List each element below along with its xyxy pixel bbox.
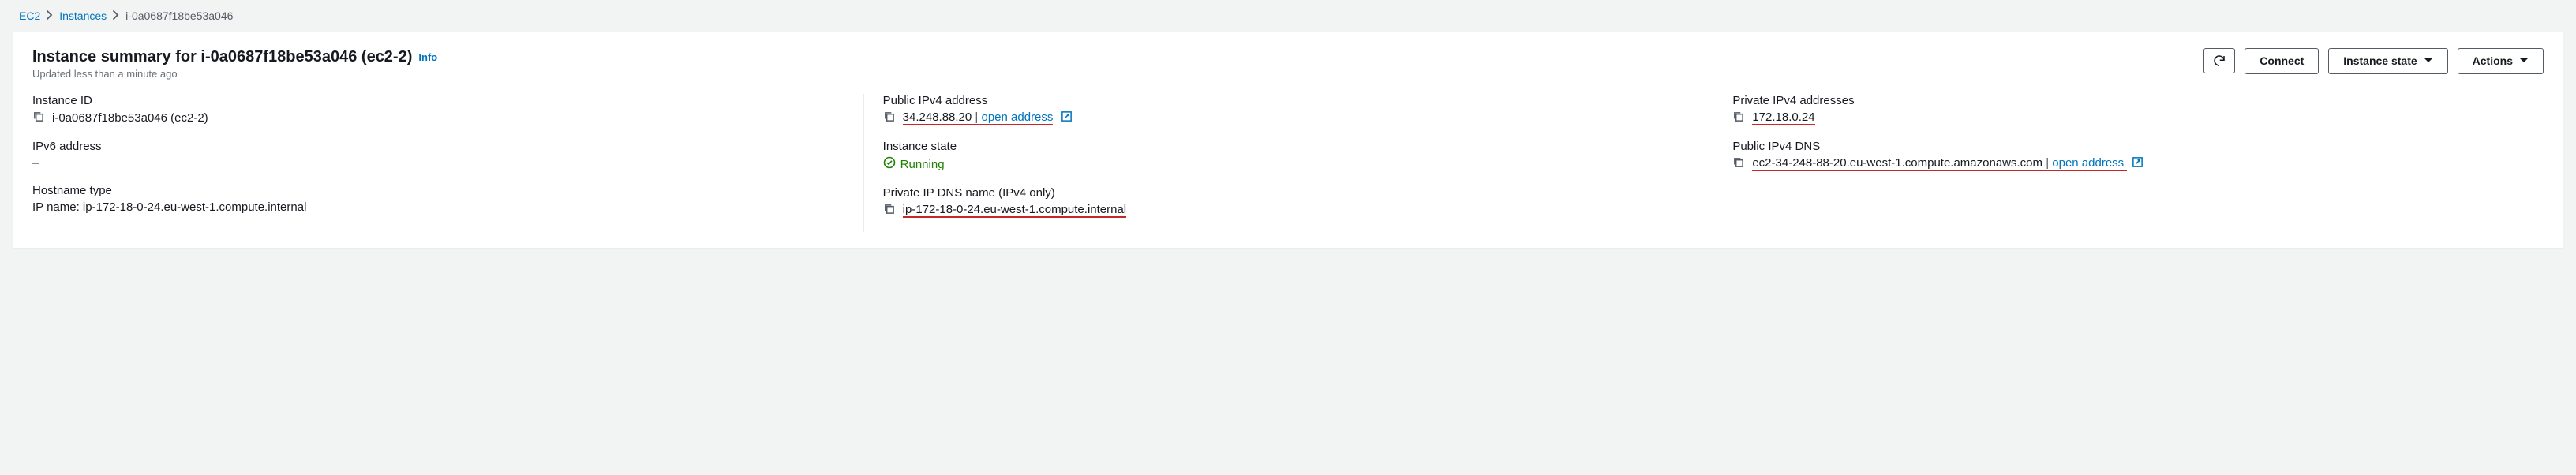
private-dns-value: ip-172-18-0-24.eu-west-1.compute.interna… xyxy=(903,203,1126,218)
caret-down-icon xyxy=(2424,58,2433,64)
field-hostname-type: Hostname type IP name: ip-172-18-0-24.eu… xyxy=(32,184,844,214)
field-public-ipv4: Public IPv4 address 34.248.88.20 | open … xyxy=(883,94,1694,125)
open-address-link[interactable]: open address xyxy=(2052,156,2124,170)
info-link[interactable]: Info xyxy=(418,51,437,63)
instance-state-button[interactable]: Instance state xyxy=(2328,48,2447,74)
panel-header: Instance summary for i-0a0687f18be53a046… xyxy=(13,32,2563,89)
refresh-icon xyxy=(2212,54,2226,68)
hostname-type-value: IP name: ip-172-18-0-24.eu-west-1.comput… xyxy=(32,200,306,214)
field-label: Public IPv4 address xyxy=(883,94,1694,107)
field-label: Private IP DNS name (IPv4 only) xyxy=(883,186,1694,200)
last-updated: Updated less than a minute ago xyxy=(32,68,437,80)
details-grid: Instance ID i-0a0687f18be53a046 (ec2-2) … xyxy=(13,89,2563,248)
breadcrumb-instances[interactable]: Instances xyxy=(59,9,107,22)
breadcrumb: EC2 Instances i-0a0687f18be53a046 xyxy=(0,0,2576,32)
refresh-button[interactable] xyxy=(2203,48,2235,73)
field-private-ipv4: Private IPv4 addresses 172.18.0.24 xyxy=(1732,94,2544,125)
actions-label: Actions xyxy=(2473,54,2513,68)
field-instance-state: Instance state Running xyxy=(883,140,1694,172)
details-col-2: Public IPv4 address 34.248.88.20 | open … xyxy=(863,94,1713,232)
copy-icon[interactable] xyxy=(1732,110,1744,125)
caret-down-icon xyxy=(2519,58,2529,64)
connect-button[interactable]: Connect xyxy=(2245,48,2319,74)
actions-button[interactable]: Actions xyxy=(2458,48,2544,74)
instance-state-value: Running xyxy=(900,158,945,171)
field-public-dns: Public IPv4 DNS ec2-34-248-88-20.eu-west… xyxy=(1732,140,2544,171)
copy-icon[interactable] xyxy=(883,110,895,125)
check-circle-icon xyxy=(883,156,896,172)
separator: | xyxy=(975,110,981,124)
field-ipv6: IPv6 address – xyxy=(32,140,844,170)
details-col-3: Private IPv4 addresses 172.18.0.24 Publi… xyxy=(1713,94,2563,232)
copy-icon[interactable] xyxy=(1732,156,1744,171)
connect-label: Connect xyxy=(2260,54,2304,68)
chevron-right-icon xyxy=(47,9,53,22)
field-label: Hostname type xyxy=(32,184,844,197)
header-actions: Connect Instance state Actions xyxy=(2203,48,2544,74)
copy-icon[interactable] xyxy=(32,110,44,125)
field-private-dns: Private IP DNS name (IPv4 only) ip-172-1… xyxy=(883,186,1694,218)
instance-summary-panel: Instance summary for i-0a0687f18be53a046… xyxy=(13,32,2563,249)
field-label: Private IPv4 addresses xyxy=(1732,94,2544,107)
instance-state-label: Instance state xyxy=(2343,54,2417,68)
field-instance-id: Instance ID i-0a0687f18be53a046 (ec2-2) xyxy=(32,94,844,125)
external-link-icon[interactable] xyxy=(2132,156,2144,171)
private-ipv4-value: 172.18.0.24 xyxy=(1752,110,1814,125)
ipv6-value: – xyxy=(32,156,844,170)
field-label: Instance ID xyxy=(32,94,844,107)
breadcrumb-ec2[interactable]: EC2 xyxy=(19,9,40,22)
public-ipv4-value: 34.248.88.20 xyxy=(903,110,972,124)
copy-icon[interactable] xyxy=(883,203,895,218)
instance-id-value: i-0a0687f18be53a046 (ec2-2) xyxy=(52,111,208,125)
external-link-icon[interactable] xyxy=(1061,110,1073,125)
field-label: Public IPv4 DNS xyxy=(1732,140,2544,153)
open-address-link[interactable]: open address xyxy=(982,110,1054,124)
breadcrumb-current: i-0a0687f18be53a046 xyxy=(125,9,233,22)
field-label: IPv6 address xyxy=(32,140,844,153)
chevron-right-icon xyxy=(113,9,119,22)
field-label: Instance state xyxy=(883,140,1694,153)
page-title: Instance summary for i-0a0687f18be53a046… xyxy=(32,48,412,66)
public-dns-value: ec2-34-248-88-20.eu-west-1.compute.amazo… xyxy=(1752,156,2042,170)
details-col-1: Instance ID i-0a0687f18be53a046 (ec2-2) … xyxy=(13,94,863,232)
